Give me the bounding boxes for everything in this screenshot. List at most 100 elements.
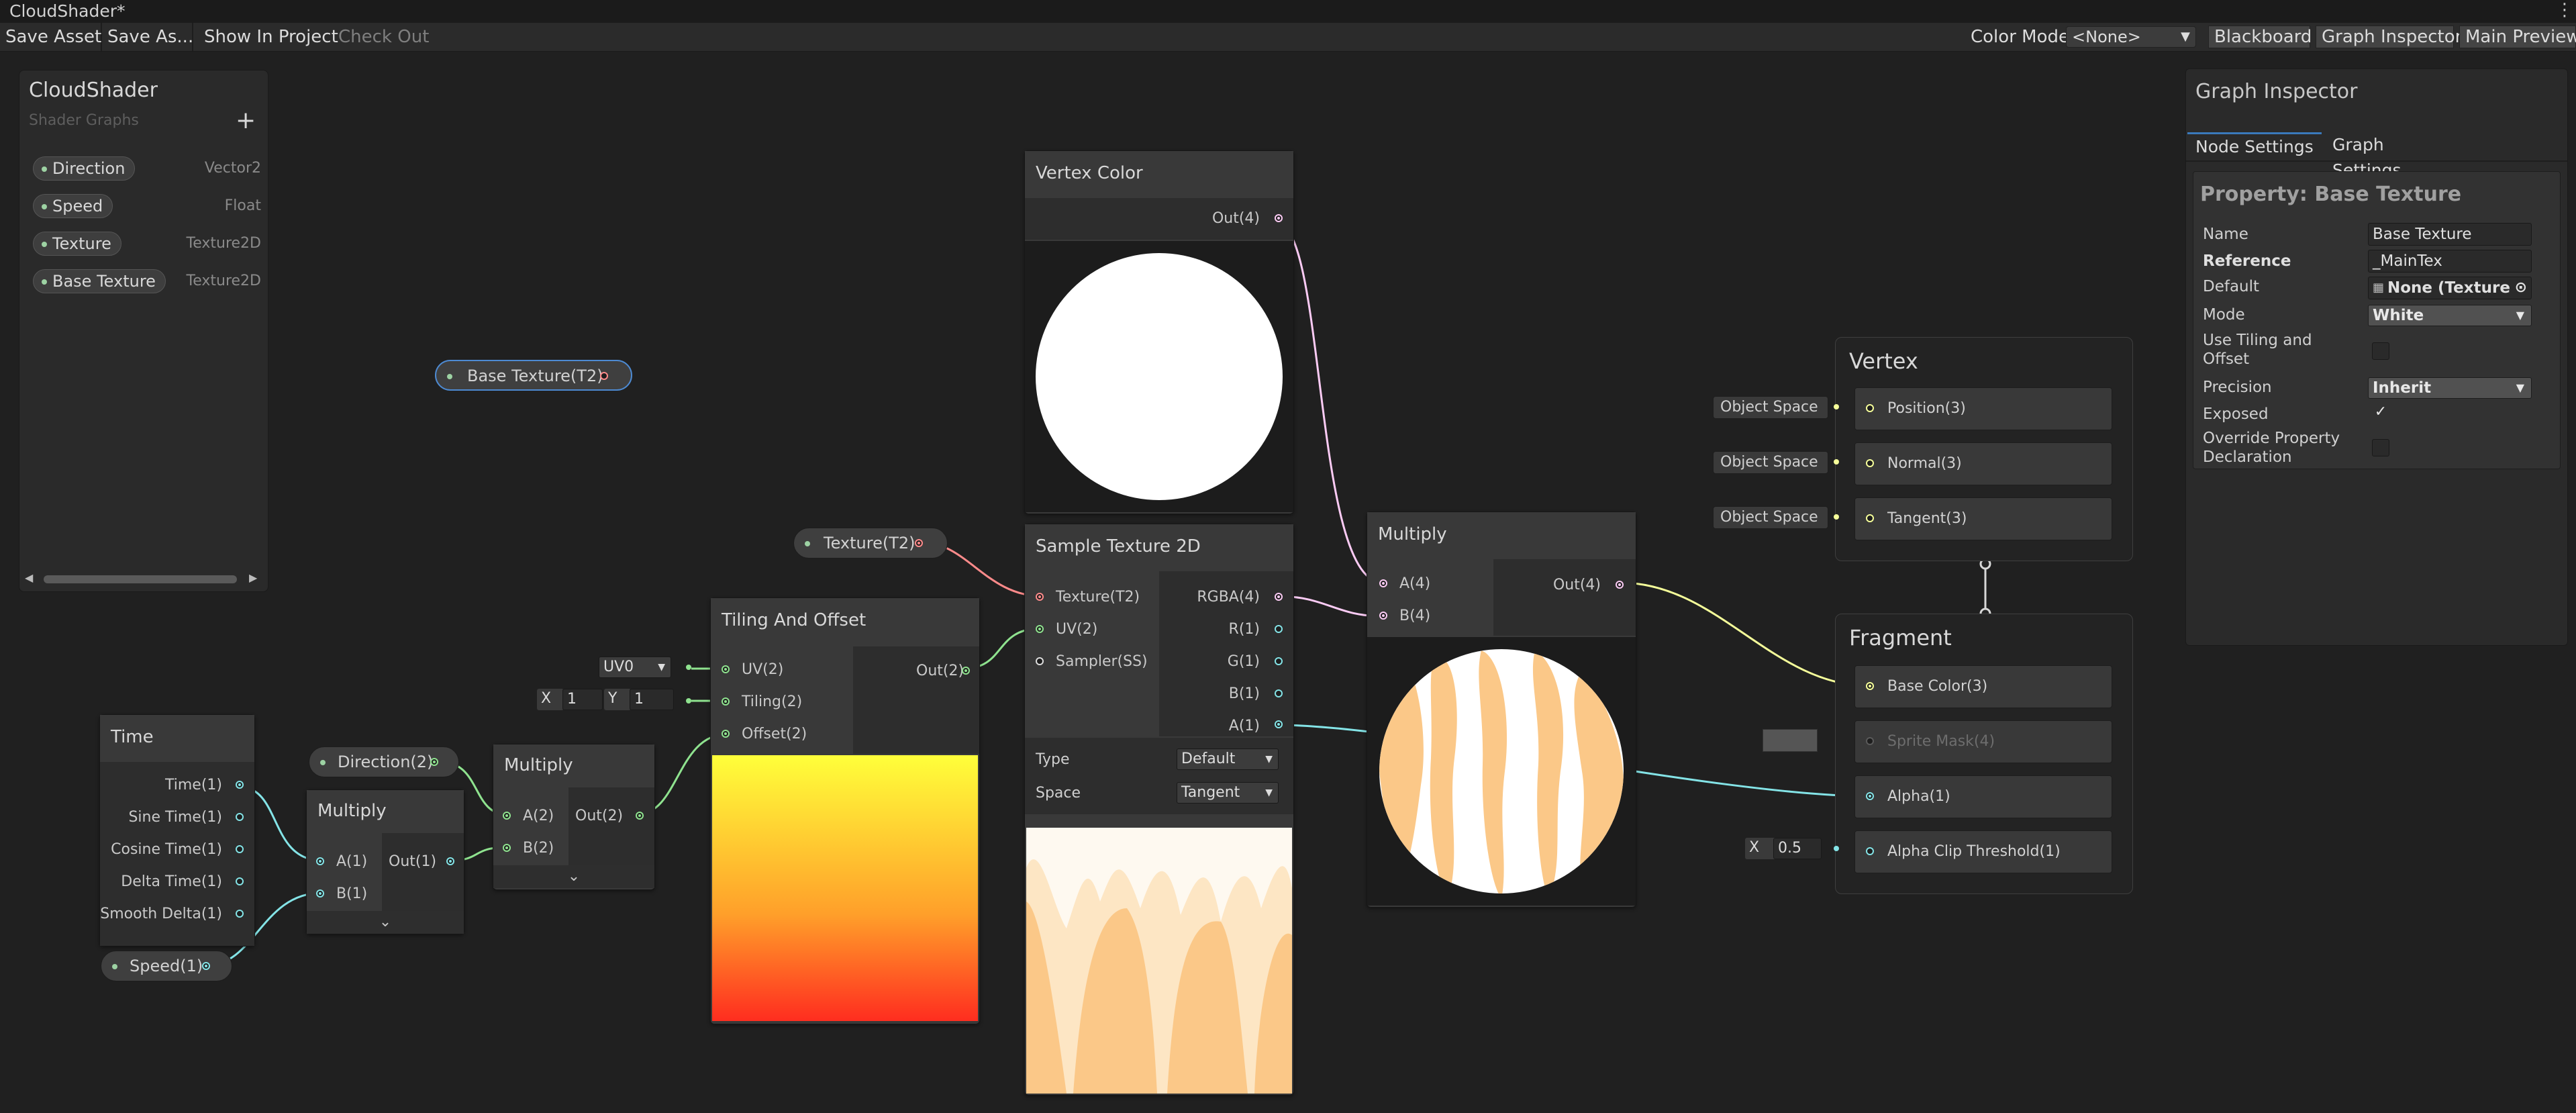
- alpha-clip-threshold-block[interactable]: Alpha Clip Threshold(1): [1854, 830, 2112, 873]
- sprite-mask-input-port[interactable]: [1866, 737, 1874, 745]
- smooth-delta-output-port[interactable]: [236, 910, 244, 918]
- tangent-block[interactable]: Tangent(3): [1854, 497, 2112, 540]
- sprite-mask-color-swatch[interactable]: [1763, 729, 1818, 752]
- property-pill[interactable]: Speed: [33, 194, 113, 218]
- tiling-x-field[interactable]: 1: [562, 689, 603, 710]
- time-output-port[interactable]: [236, 781, 244, 789]
- blackboard-property-row[interactable]: Base Texture Texture2D: [33, 267, 261, 296]
- tab-node-settings[interactable]: Node Settings: [2187, 132, 2322, 160]
- type-dropdown[interactable]: Default ▼: [1177, 748, 1279, 770]
- out-port[interactable]: [636, 812, 644, 820]
- b-input-port[interactable]: [503, 844, 511, 852]
- b-input-port[interactable]: [1379, 612, 1387, 620]
- position-input-port[interactable]: [1866, 404, 1874, 412]
- normal-space-field[interactable]: Object Space: [1713, 451, 1828, 474]
- time-node[interactable]: Time Time(1) Sine Time(1) Cosine Time(1)…: [99, 714, 255, 947]
- uv-channel-dropdown[interactable]: UV0 ▼: [599, 657, 671, 678]
- a-input-port[interactable]: [1379, 579, 1387, 587]
- tab-graph-settings[interactable]: Graph Settings: [2324, 132, 2452, 180]
- blackboard-property-row[interactable]: Texture Texture2D: [33, 229, 261, 258]
- tiling-and-offset-node[interactable]: Tiling And Offset UV(2) Tiling(2) Offset…: [710, 597, 980, 1024]
- position-space-field[interactable]: Object Space: [1713, 396, 1828, 419]
- space-dropdown[interactable]: Tangent ▼: [1177, 782, 1279, 804]
- sine-time-output-port[interactable]: [236, 813, 244, 821]
- property-pill[interactable]: Texture: [33, 232, 121, 256]
- default-texture-field[interactable]: ▦ None (Texture ⊙: [2368, 277, 2532, 299]
- base-color-block[interactable]: Base Color(3): [1854, 665, 2112, 708]
- node-header[interactable]: Vertex Color: [1025, 151, 1293, 199]
- cosine-time-output-port[interactable]: [236, 845, 244, 853]
- property-pill[interactable]: Base Texture: [33, 269, 166, 293]
- node-header[interactable]: Tiling And Offset: [711, 598, 979, 647]
- scroll-left-icon[interactable]: ◀: [25, 571, 33, 584]
- multiply-node[interactable]: Multiply A(1) B(1) Out(1) ⌄: [306, 789, 464, 934]
- out-port[interactable]: [1616, 581, 1624, 589]
- horizontal-scrollbar[interactable]: ◀ ▶: [25, 571, 261, 586]
- a-output-port[interactable]: [1275, 720, 1283, 728]
- node-header[interactable]: Multiply: [493, 744, 654, 788]
- direction-output-port[interactable]: [430, 758, 438, 766]
- b-input-port[interactable]: [316, 889, 324, 898]
- override-declaration-checkbox[interactable]: [2372, 439, 2389, 456]
- tiling-y-field[interactable]: 1: [630, 689, 674, 710]
- base-texture-property-node[interactable]: Base Texture(T2): [435, 360, 632, 391]
- alpha-block[interactable]: Alpha(1): [1854, 775, 2112, 818]
- r-output-port[interactable]: [1275, 625, 1283, 633]
- out-port[interactable]: [446, 857, 454, 865]
- use-tiling-checkbox[interactable]: [2372, 342, 2389, 360]
- fragment-context[interactable]: Fragment Base Color(3) Sprite Mask(4) Al…: [1835, 614, 2133, 894]
- node-header[interactable]: Sample Texture 2D: [1025, 524, 1293, 572]
- vertex-context[interactable]: Vertex Position(3) Normal(3) Tangent(3): [1835, 337, 2133, 561]
- blackboard-property-row[interactable]: Direction Vector2: [33, 154, 261, 183]
- base-color-input-port[interactable]: [1866, 682, 1874, 690]
- add-property-button[interactable]: +: [236, 107, 256, 134]
- speed-property-node[interactable]: Speed(1): [101, 951, 232, 981]
- alpha-clip-field[interactable]: 0.5: [1773, 838, 1822, 859]
- normal-block[interactable]: Normal(3): [1854, 442, 2112, 485]
- node-header[interactable]: Time: [100, 715, 254, 763]
- normal-input-port[interactable]: [1866, 459, 1874, 467]
- offset-input-port[interactable]: [722, 730, 730, 738]
- direction-property-node[interactable]: Direction(2): [309, 746, 459, 777]
- texture-output-port[interactable]: [915, 539, 923, 547]
- object-picker-icon[interactable]: ⊙: [2515, 277, 2527, 299]
- rgba-output-port[interactable]: [1275, 593, 1283, 601]
- multiply-node[interactable]: Multiply A(2) B(2) Out(2) ⌄: [493, 744, 655, 890]
- tangent-input-port[interactable]: [1866, 514, 1874, 522]
- alpha-clip-input-port[interactable]: [1866, 847, 1874, 855]
- name-field[interactable]: Base Texture: [2368, 223, 2532, 246]
- texture-input-port[interactable]: [1036, 593, 1044, 601]
- texture-property-node[interactable]: Texture(T2): [793, 528, 948, 559]
- sample-texture-2d-node[interactable]: Sample Texture 2D Texture(T2) UV(2) Samp…: [1024, 524, 1294, 1096]
- sampler-input-port[interactable]: [1036, 657, 1044, 665]
- tangent-space-field[interactable]: Object Space: [1713, 506, 1828, 529]
- precision-dropdown[interactable]: Inherit ▼: [2368, 377, 2532, 399]
- node-header[interactable]: Multiply: [1367, 512, 1636, 560]
- uv-input-port[interactable]: [1036, 625, 1044, 633]
- sprite-mask-block[interactable]: Sprite Mask(4): [1854, 720, 2112, 763]
- texture-output-port[interactable]: [600, 372, 608, 380]
- out-port[interactable]: [962, 667, 970, 675]
- a-input-port[interactable]: [316, 857, 324, 865]
- property-pill[interactable]: Direction: [33, 156, 136, 181]
- vertex-color-node[interactable]: Vertex Color Out(4): [1024, 150, 1294, 514]
- out-port[interactable]: [1275, 214, 1283, 222]
- node-header[interactable]: Multiply: [307, 790, 464, 834]
- multiply-node[interactable]: Multiply A(4) B(4) Out(4): [1367, 512, 1636, 908]
- reference-field[interactable]: _MainTex: [2368, 250, 2532, 273]
- b-output-port[interactable]: [1275, 689, 1283, 697]
- scroll-right-icon[interactable]: ▶: [249, 571, 257, 584]
- chevron-down-icon[interactable]: ⌄: [307, 911, 464, 934]
- position-block[interactable]: Position(3): [1854, 387, 2112, 430]
- g-output-port[interactable]: [1275, 657, 1283, 665]
- mode-dropdown[interactable]: White ▼: [2368, 305, 2532, 326]
- exposed-checkbox[interactable]: ✓: [2372, 404, 2389, 422]
- uv-input-port[interactable]: [722, 665, 730, 673]
- blackboard-property-row[interactable]: Speed Float: [33, 191, 261, 221]
- alpha-input-port[interactable]: [1866, 792, 1874, 800]
- speed-output-port[interactable]: [202, 962, 210, 970]
- tiling-input-port[interactable]: [722, 697, 730, 706]
- chevron-down-icon[interactable]: ⌄: [493, 865, 654, 888]
- scrollbar-thumb[interactable]: [44, 575, 237, 583]
- a-input-port[interactable]: [503, 812, 511, 820]
